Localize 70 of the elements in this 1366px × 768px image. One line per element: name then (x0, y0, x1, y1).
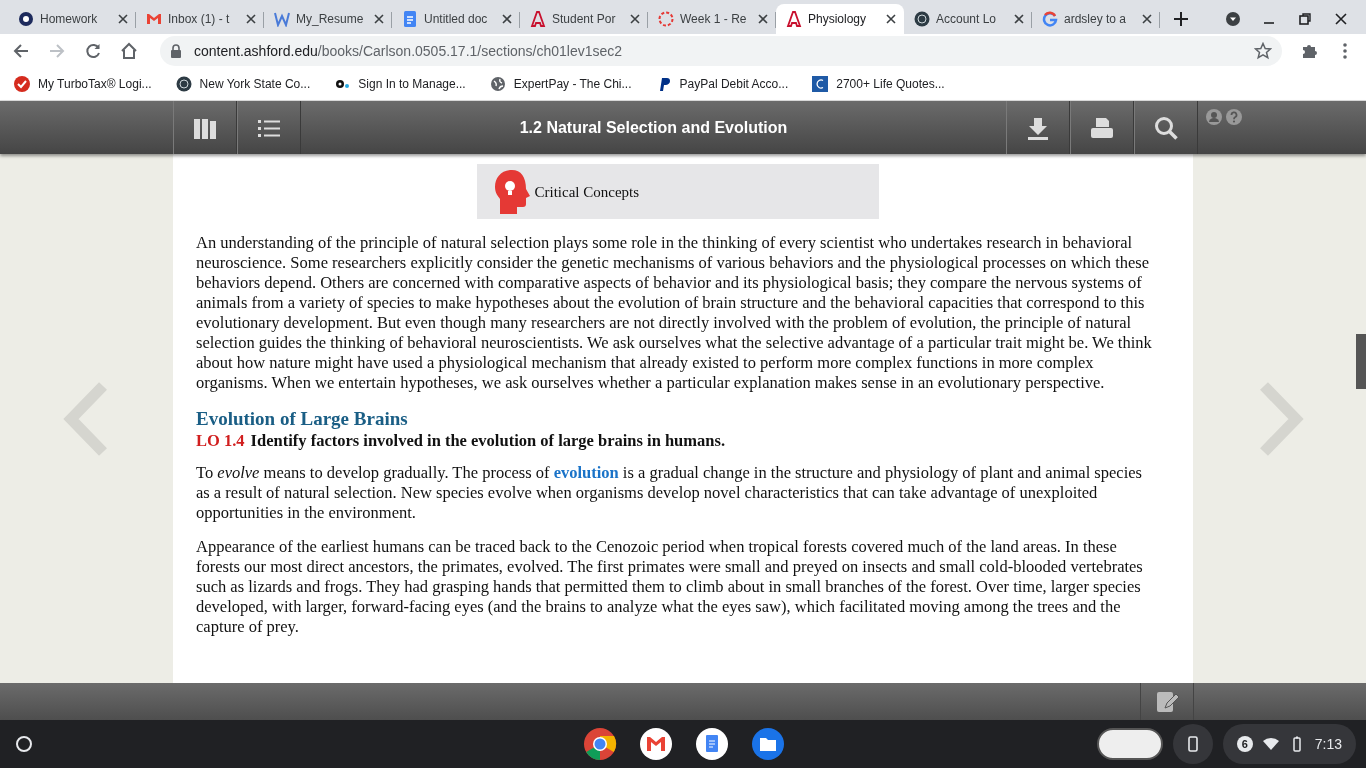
glossary-link[interactable]: evolution (553, 463, 619, 482)
browser-tab[interactable]: Untitled doc (392, 4, 520, 34)
browser-tab[interactable]: ardsley to a (1032, 4, 1160, 34)
back-icon[interactable] (12, 42, 30, 60)
envelope-icon (146, 11, 162, 27)
puzzle-piece-icon[interactable] (1300, 42, 1318, 60)
bookmark-link[interactable]: My TurboTax® Logi... (38, 77, 152, 91)
scrollbar-thumb[interactable] (1356, 334, 1366, 389)
quote-square-icon (812, 76, 829, 92)
globe-icon (489, 76, 506, 92)
browser-tab[interactable]: Student Por (520, 4, 648, 34)
browser-tab[interactable]: Physiology (776, 4, 904, 34)
browser-tab[interactable]: Homework (8, 4, 136, 34)
new-tab-icon[interactable] (1174, 12, 1188, 26)
head-lightbulb-icon (492, 167, 531, 216)
seal-icon (914, 11, 930, 27)
reload-icon[interactable] (84, 42, 102, 60)
notification-count: 6 (1236, 736, 1253, 752)
close-icon[interactable] (246, 14, 256, 24)
objective-code: LO 1.4 (196, 431, 245, 450)
body-paragraph: To evolve means to develop gradually. The process of evolution is a gradual change in the structure and physiology of plant and animal species as a result of natural selection. New species evolve when organisms develop novel characteristics that can take advantage of unexploited opportunities in the environment. (196, 463, 1143, 523)
clock-time: 7:13 (1314, 736, 1342, 752)
launcher-icon[interactable] (16, 736, 32, 752)
screenshot-thumbnail[interactable] (1096, 728, 1163, 760)
close-icon[interactable] (374, 14, 384, 24)
browser-tab[interactable]: Inbox (1) - t (136, 4, 264, 34)
close-icon[interactable] (502, 14, 512, 24)
bookmark-link[interactable]: New York State Co... (199, 77, 311, 91)
close-icon[interactable] (630, 14, 640, 24)
close-icon[interactable] (1014, 14, 1024, 24)
close-icon[interactable] (118, 14, 128, 24)
wifi-icon (1262, 736, 1279, 752)
restore-icon[interactable] (1298, 12, 1312, 26)
bookmark-link[interactable]: PayPal Debit Acco... (679, 77, 789, 91)
dropdown-icon[interactable] (1226, 12, 1240, 26)
checkmark-icon (14, 76, 30, 92)
user-icon[interactable] (1206, 109, 1222, 125)
browser-tab[interactable]: Account Lo (904, 4, 1032, 34)
star-icon[interactable] (1254, 42, 1272, 60)
search-icon[interactable] (1153, 114, 1179, 141)
address-bar[interactable]: content.ashford.edu/books/Carlson.0505.17.1/sections/ch01lev1sec2 (160, 36, 1282, 66)
lock-icon (170, 44, 182, 58)
status-area[interactable]: 6 7:13 (1222, 724, 1356, 764)
body-paragraph: An understanding of the principle of natural selection plays some role in the thinking of every scientist who undertakes research in behavioral neuroscience. Some researchers explicitly consider the genetic mechanisms of various behaviors and the physiological processes on which these behaviors depend. Others are concerned with comparative aspects of behavior and its physiological basis; they compare the nervous systems of animals from a variety of species to make hypotheses about the evolution of brain structure and the behavioral capacities that correspond to this evolutionary development. But even though many researchers are not directly involved with the problem of evolution, the principle of natural selection guides the thinking of behavioral neuroscientists. We ask ourselves what the selective advantage of a particular trait might be. We think about how nature might have used a physiological mechanism that already existed to perform more complex functions in more complex organisms. When we entertain hypotheses, we ask ourselves whether a particular explanation makes sense in an evolutionary perspective. (196, 233, 1153, 393)
section-heading: Evolution of Large Brains (196, 407, 409, 431)
help-icon[interactable] (1226, 109, 1242, 125)
phone-hub-button[interactable] (1172, 724, 1213, 764)
seal-icon (175, 76, 192, 92)
close-icon[interactable] (886, 14, 896, 24)
url-text: content.ashford.edu/books/Carlson.0505.17.1/sections/ch01lev1sec2 (194, 43, 624, 59)
close-icon[interactable] (1142, 14, 1152, 24)
notebook-pencil-icon[interactable] (1155, 689, 1179, 714)
g-logo-icon (1042, 11, 1058, 27)
ring-icon (658, 11, 674, 27)
browser-tab[interactable]: My_Resume (264, 4, 392, 34)
envelope-icon[interactable] (639, 727, 673, 761)
chrome-icon[interactable] (583, 727, 617, 761)
close-icon[interactable] (758, 14, 768, 24)
ring-logo-icon (18, 11, 34, 27)
concept-label: Critical Concepts (534, 182, 640, 202)
folder-icon[interactable] (751, 727, 785, 761)
body-paragraph: Appearance of the earliest humans can be traced back to the Cenozoic period when tropical forests covered much of the land areas. In these forests our most direct ancestors, the primates, evolved. The first primates were small and preyed on insects and small cold-blooded vertebrates such as lizards and frogs. They had grasping hands that permitted them to climb about in small branches of the forest. Over time, larger species developed, with larger, forward-facing eyes (and the brains to analyze what the eyes saw), which facilitated moving among the trees and the capture of prey. (196, 537, 1144, 637)
browser-tab[interactable]: Week 1 - Re (648, 4, 776, 34)
bookmark-link[interactable]: ExpertPay - The Chi... (513, 77, 632, 91)
home-icon[interactable] (120, 42, 138, 60)
close-icon[interactable] (1334, 12, 1348, 26)
bookmark-link[interactable]: 2700+ Life Quotes... (836, 77, 945, 91)
section-title: 1.2 Natural Selection and Evolution (519, 118, 788, 137)
objective-text: Identify factors involved in the evolution of large brains in humans. (250, 431, 725, 450)
bookmark-link[interactable]: Sign In to Manage... (358, 77, 466, 91)
